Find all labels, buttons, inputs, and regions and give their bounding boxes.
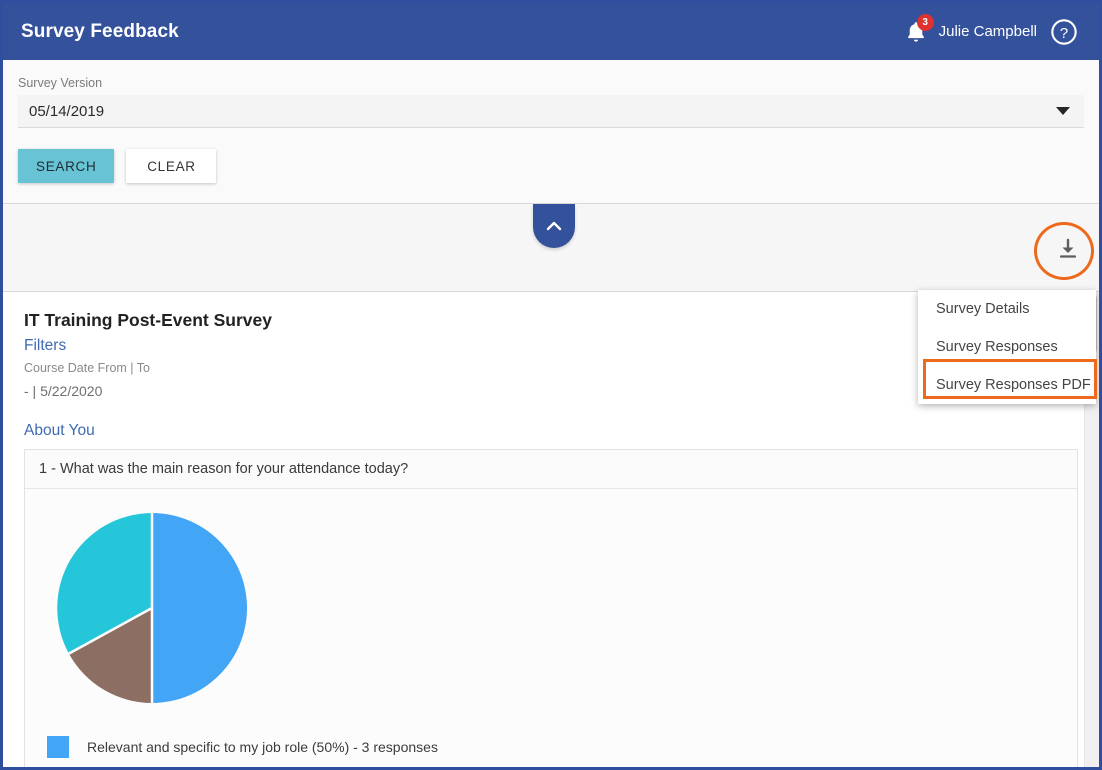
section-link-about-you[interactable]: About You — [24, 422, 1083, 440]
app-header: Survey Feedback 3 Julie Campbell ? — [3, 3, 1099, 60]
pie-chart-svg — [57, 513, 247, 704]
notification-badge: 3 — [916, 13, 934, 31]
download-icon — [1059, 238, 1077, 258]
legend-swatch — [47, 736, 69, 759]
collapse-panel-button[interactable] — [533, 204, 575, 248]
notifications-button[interactable]: 3 — [899, 13, 934, 49]
pie-chart — [25, 503, 1077, 718]
legend-item[interactable]: Not relevant but sounded interesting and… — [47, 766, 1077, 767]
chevron-up-icon — [546, 221, 562, 231]
legend-item[interactable]: Relevant and specific to my job role (50… — [47, 728, 1077, 766]
page-title: Survey Feedback — [21, 20, 179, 42]
chevron-down-icon — [1056, 107, 1070, 115]
question-chart-body: Relevant and specific to my job role (50… — [25, 489, 1077, 767]
export-dropdown-menu: Survey Details Survey Responses Survey R… — [918, 290, 1097, 404]
toolbar-strip — [3, 204, 1099, 292]
chart-legend: Relevant and specific to my job role (50… — [25, 718, 1077, 767]
help-button[interactable]: ? — [1049, 17, 1079, 47]
menu-item-survey-responses[interactable]: Survey Responses — [918, 328, 1096, 366]
search-panel: Survey Version 05/14/2019 SEARCH CLEAR — [3, 60, 1099, 204]
search-actions: SEARCH CLEAR — [18, 149, 1084, 183]
download-export-button[interactable] — [1050, 232, 1086, 266]
question-title: 1 - What was the main reason for your at… — [25, 450, 1077, 490]
survey-version-value: 05/14/2019 — [29, 102, 105, 120]
menu-item-survey-responses-pdf[interactable]: Survey Responses PDF — [918, 366, 1096, 404]
application-window: Survey Feedback 3 Julie Campbell ? Surve… — [0, 0, 1102, 770]
pie-slice-blue[interactable] — [152, 513, 247, 704]
user-name-label[interactable]: Julie Campbell — [939, 23, 1037, 40]
search-button[interactable]: SEARCH — [18, 149, 115, 183]
question-card: 1 - What was the main reason for your at… — [24, 449, 1078, 767]
legend-label: Relevant and specific to my job role (50… — [87, 739, 438, 756]
menu-item-survey-details[interactable]: Survey Details — [918, 290, 1096, 328]
clear-button[interactable]: CLEAR — [126, 149, 217, 183]
survey-version-select[interactable]: 05/14/2019 — [18, 95, 1084, 128]
question-mark-circle-icon: ? — [1051, 18, 1077, 45]
survey-version-label: Survey Version — [18, 76, 103, 90]
svg-text:?: ? — [1060, 24, 1068, 41]
header-actions: 3 Julie Campbell ? — [899, 13, 1079, 49]
